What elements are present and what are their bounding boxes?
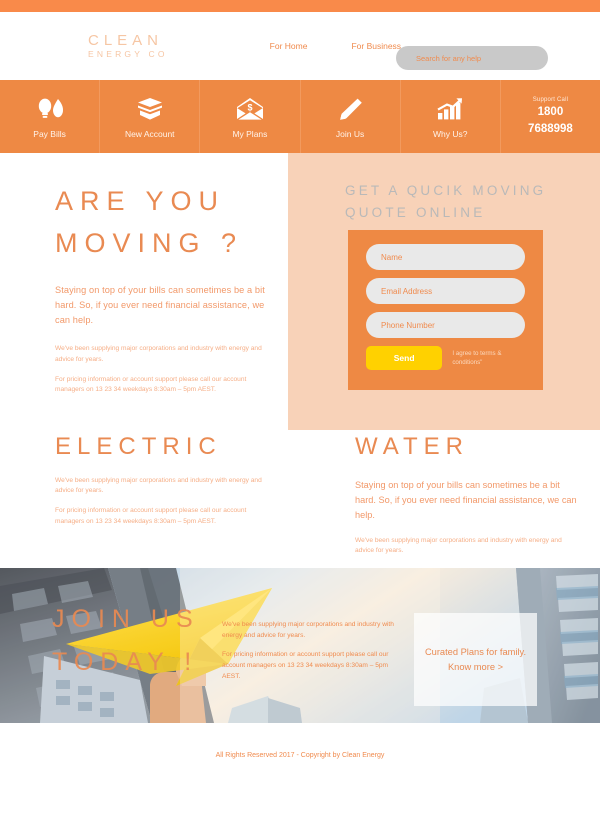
curated-plans-card[interactable]: Curated Plans for family. Know more > [414, 613, 537, 706]
pencil-icon [335, 95, 365, 121]
quote-field-phone-placeholder: Phone Number [381, 320, 435, 330]
support-call-label: Support Call [532, 97, 569, 104]
brand-name-line1: CLEAN [88, 31, 164, 49]
support-number-line1: 1800 [537, 106, 564, 119]
electric-copy: We've been supplying major corporations … [55, 476, 270, 528]
join-us-heading-line2: TODAY ! [52, 647, 199, 676]
hero-small-text-1: We've been supplying major corporations … [55, 345, 262, 364]
send-button[interactable]: Send [366, 346, 443, 370]
service-electric: ELECTRIC We've been supplying major corp… [55, 433, 270, 536]
service-water: WATER Staying on top of your bills can s… [355, 433, 580, 566]
open-box-icon [135, 95, 165, 121]
hero-heading-line1: ARE YOU [55, 186, 226, 216]
nav-item-my-plans[interactable]: $ My Plans [200, 80, 301, 153]
brand-name-line2: ENERGY CO [88, 49, 168, 60]
join-us-copy: We've been supplying major corporations … [222, 620, 397, 691]
nav-label-why-us: Why Us? [433, 128, 468, 139]
join-us-heading: JOIN US TODAY ! [52, 598, 200, 683]
search-input[interactable]: Search for any help [396, 46, 548, 70]
page-root: CLEAN ENERGY CO For Home For Business Se… [0, 0, 600, 821]
electric-text-1: We've been supplying major corporations … [55, 476, 262, 495]
hero-small-copy: We've been supplying major corporations … [55, 344, 270, 396]
quote-field-email-placeholder: Email Address [381, 286, 433, 296]
hero-heading-line2: MOVING ? [55, 227, 244, 258]
quote-field-email[interactable]: Email Address [366, 278, 525, 304]
svg-text:$: $ [247, 102, 252, 112]
quote-field-name-placeholder: Name [381, 252, 403, 262]
electric-heading: ELECTRIC [55, 433, 222, 460]
water-heading: WATER [355, 433, 469, 460]
nav-label-new-account: New Account [124, 128, 175, 139]
envelope-dollar-icon: $ [235, 95, 265, 121]
water-lead-text: Staying on top of your bills can sometim… [355, 479, 577, 520]
header-nav: For Home For Business [270, 41, 401, 51]
nav-label-join-us: Join Us [335, 128, 365, 139]
support-number-line2: 7688998 [528, 122, 573, 135]
terms-text: I agree to terms & conditions" [452, 349, 502, 366]
quote-field-name[interactable]: Name [366, 244, 525, 270]
nav-item-new-account[interactable]: New Account [100, 80, 201, 153]
hero-copy: ARE YOU MOVING ? Staying on top of your … [55, 181, 270, 405]
join-us-photo-band: JOIN US TODAY ! We've been supplying maj… [0, 568, 600, 723]
hero-small-text-2: For pricing information or account suppo… [55, 375, 247, 394]
header-link-for-business[interactable]: For Business [351, 41, 401, 51]
site-header: CLEAN ENERGY CO For Home For Business Se… [0, 12, 600, 80]
support-call-block[interactable]: Support Call 1800 7688998 [501, 80, 600, 153]
quote-title-line2: QUOTE ONLINE [345, 205, 486, 221]
header-link-for-home[interactable]: For Home [270, 41, 308, 51]
join-us-text-1: We've been supplying major corporations … [222, 621, 394, 639]
join-us-heading-line1: JOIN US [52, 605, 200, 633]
water-copy: We've been supplying major corporations … [355, 536, 580, 557]
quote-title-line1: GET A QUCIK MOVING [345, 183, 547, 198]
quote-field-phone[interactable]: Phone Number [366, 312, 525, 338]
quote-submit-row: Send I agree to terms & conditions" [366, 346, 525, 370]
nav-item-pay-bills[interactable]: Pay Bills [0, 80, 101, 153]
site-footer: All Rights Reserved 2017 - Copyright by … [0, 723, 600, 788]
bar-chart-arrow-icon [435, 95, 465, 121]
quote-form-card: Name Email Address Phone Number Send I a… [348, 230, 543, 390]
hero-section: ARE YOU MOVING ? Staying on top of your … [0, 153, 600, 433]
main-navigation-bar: Pay Bills New Account $ My Plans Join Us… [0, 80, 600, 153]
nav-label-pay-bills: Pay Bills [33, 128, 66, 139]
top-accent-bar [0, 0, 600, 12]
join-us-text-2: For pricing information or account suppo… [222, 651, 389, 680]
water-text-1: We've been supplying major corporations … [355, 536, 562, 555]
brand-logo[interactable]: CLEAN ENERGY CO [88, 31, 168, 60]
bulb-flame-icon [35, 95, 65, 121]
electric-text-2: For pricing information or account suppo… [55, 507, 247, 525]
hero-lead-text: Staying on top of your bills can sometim… [55, 284, 265, 325]
search-placeholder: Search for any help [416, 53, 482, 63]
quote-form-title: GET A QUCIK MOVING QUOTE ONLINE [345, 180, 546, 225]
footer-copyright: All Rights Reserved 2017 - Copyright by … [215, 752, 385, 759]
nav-label-my-plans: My Plans [232, 128, 268, 139]
services-section: ELECTRIC We've been supplying major corp… [0, 433, 600, 568]
curated-plans-label: Curated Plans for family. Know more > [424, 646, 527, 672]
nav-item-why-us[interactable]: Why Us? [401, 80, 501, 153]
nav-item-join-us[interactable]: Join Us [301, 80, 401, 153]
